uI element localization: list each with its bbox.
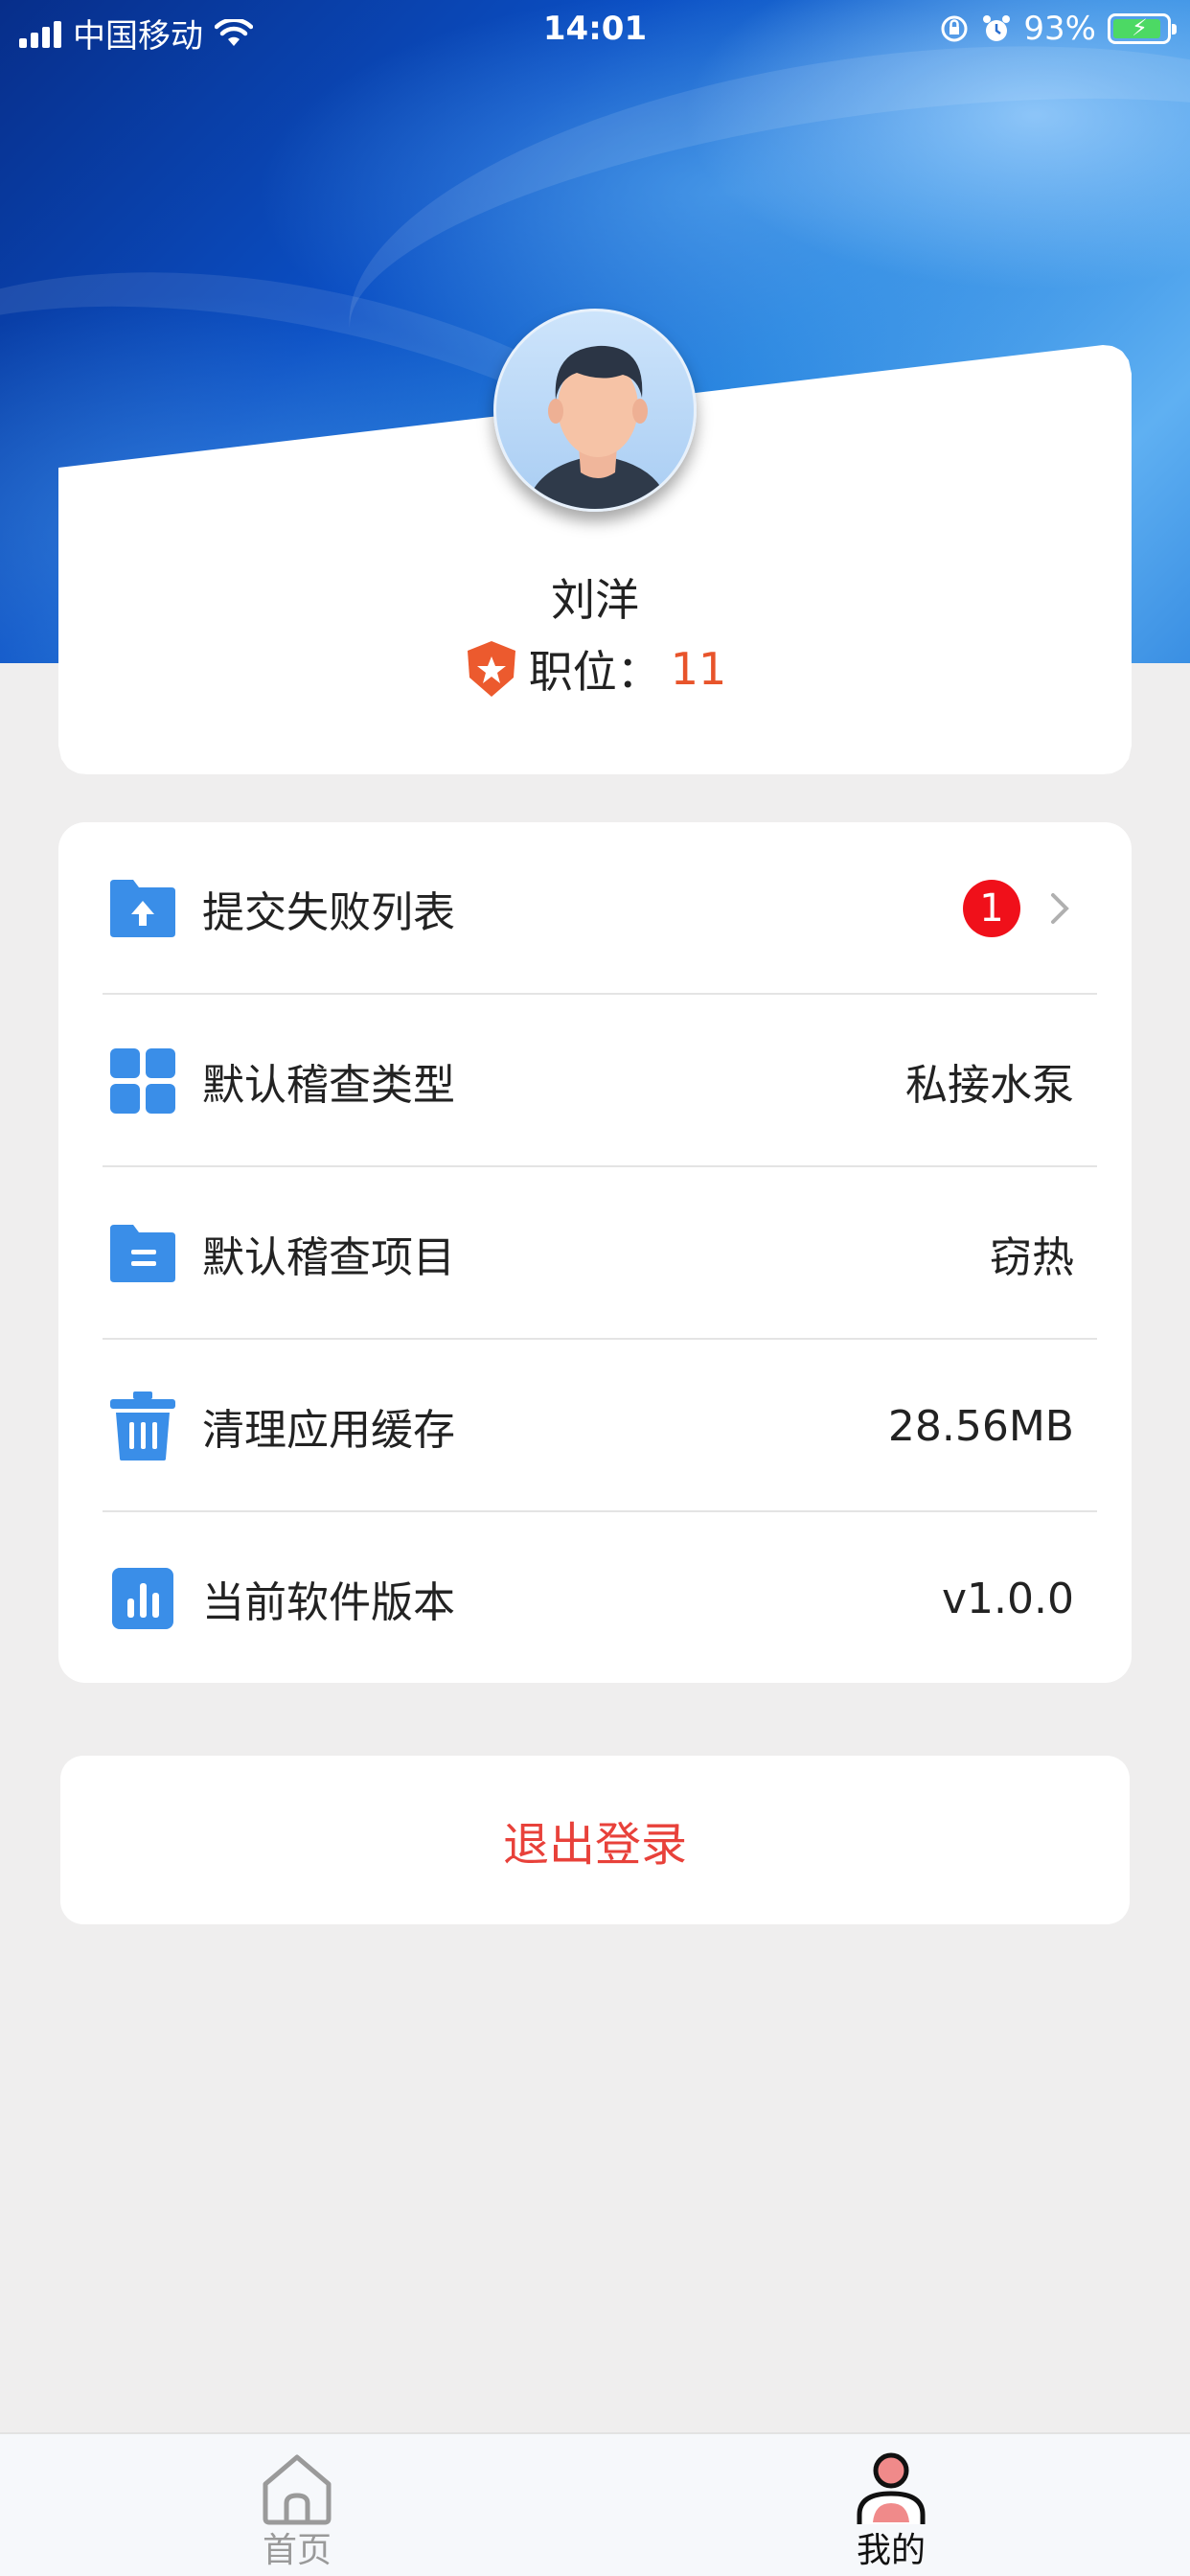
failed-count-badge: 1 — [963, 880, 1020, 937]
submit-failed-list-label: 提交失败列表 — [202, 888, 455, 937]
logout-button[interactable]: 退出登录 — [60, 1756, 1130, 1924]
alarm-icon — [983, 15, 1011, 41]
clear-cache-row[interactable]: 清理应用缓存 28.56MB — [58, 1340, 1132, 1512]
trash-icon — [110, 1392, 175, 1460]
position-value: 11 — [670, 643, 727, 695]
chevron-right-icon — [1051, 893, 1069, 924]
tab-home-label: 首页 — [262, 2531, 332, 2570]
default-audit-type-value: 私接水泵 — [905, 1061, 1074, 1110]
default-audit-item-row[interactable]: 默认稽查项目 窃热 — [58, 1167, 1132, 1340]
profile-screen: 中国移动 14:01 93% ⚡ 刘洋 职位： 11 提交失败列表 1 默认稽查… — [0, 0, 1190, 2576]
default-audit-item-label: 默认稽查项目 — [202, 1233, 455, 1282]
submit-failed-list-row[interactable]: 提交失败列表 1 — [58, 822, 1132, 995]
star-shield-icon — [467, 641, 515, 697]
tab-bar: 首页 我的 — [0, 2432, 1190, 2576]
user-name: 刘洋 — [551, 574, 639, 626]
upload-folder-icon — [110, 880, 175, 937]
default-male-avatar-icon — [526, 345, 670, 509]
tab-mine-label: 我的 — [856, 2531, 926, 2570]
tab-home[interactable]: 首页 — [201, 2451, 393, 2572]
default-audit-type-row[interactable]: 默认稽查类型 私接水泵 — [58, 995, 1132, 1167]
position-row: 职位： 11 — [0, 637, 1190, 701]
default-audit-item-value: 窃热 — [990, 1233, 1074, 1282]
user-icon — [857, 2452, 926, 2524]
avatar[interactable] — [493, 309, 697, 512]
document-folder-icon — [110, 1225, 175, 1282]
battery-percent: 93% — [1023, 10, 1096, 48]
default-audit-type-label: 默认稽查类型 — [202, 1061, 455, 1110]
orientation-lock-icon — [941, 15, 968, 42]
battery-charging-icon: ⚡ — [1108, 13, 1177, 44]
position-label: 职位： — [528, 646, 661, 698]
status-bar: 中国移动 14:01 93% ⚡ — [0, 0, 1190, 59]
software-version-value: v1.0.0 — [942, 1574, 1074, 1623]
bar-chart-icon — [112, 1568, 173, 1629]
software-version-label: 当前软件版本 — [202, 1578, 455, 1627]
home-icon — [263, 2454, 332, 2525]
grid-icon — [110, 1048, 175, 1114]
tab-mine[interactable]: 我的 — [795, 2451, 987, 2572]
clear-cache-label: 清理应用缓存 — [202, 1406, 455, 1455]
software-version-row[interactable]: 当前软件版本 v1.0.0 — [58, 1512, 1132, 1685]
settings-card: 提交失败列表 1 默认稽查类型 私接水泵 默认稽查项目 窃热 清理应用缓存 28… — [58, 822, 1132, 1683]
cache-size-value: 28.56MB — [887, 1401, 1074, 1451]
